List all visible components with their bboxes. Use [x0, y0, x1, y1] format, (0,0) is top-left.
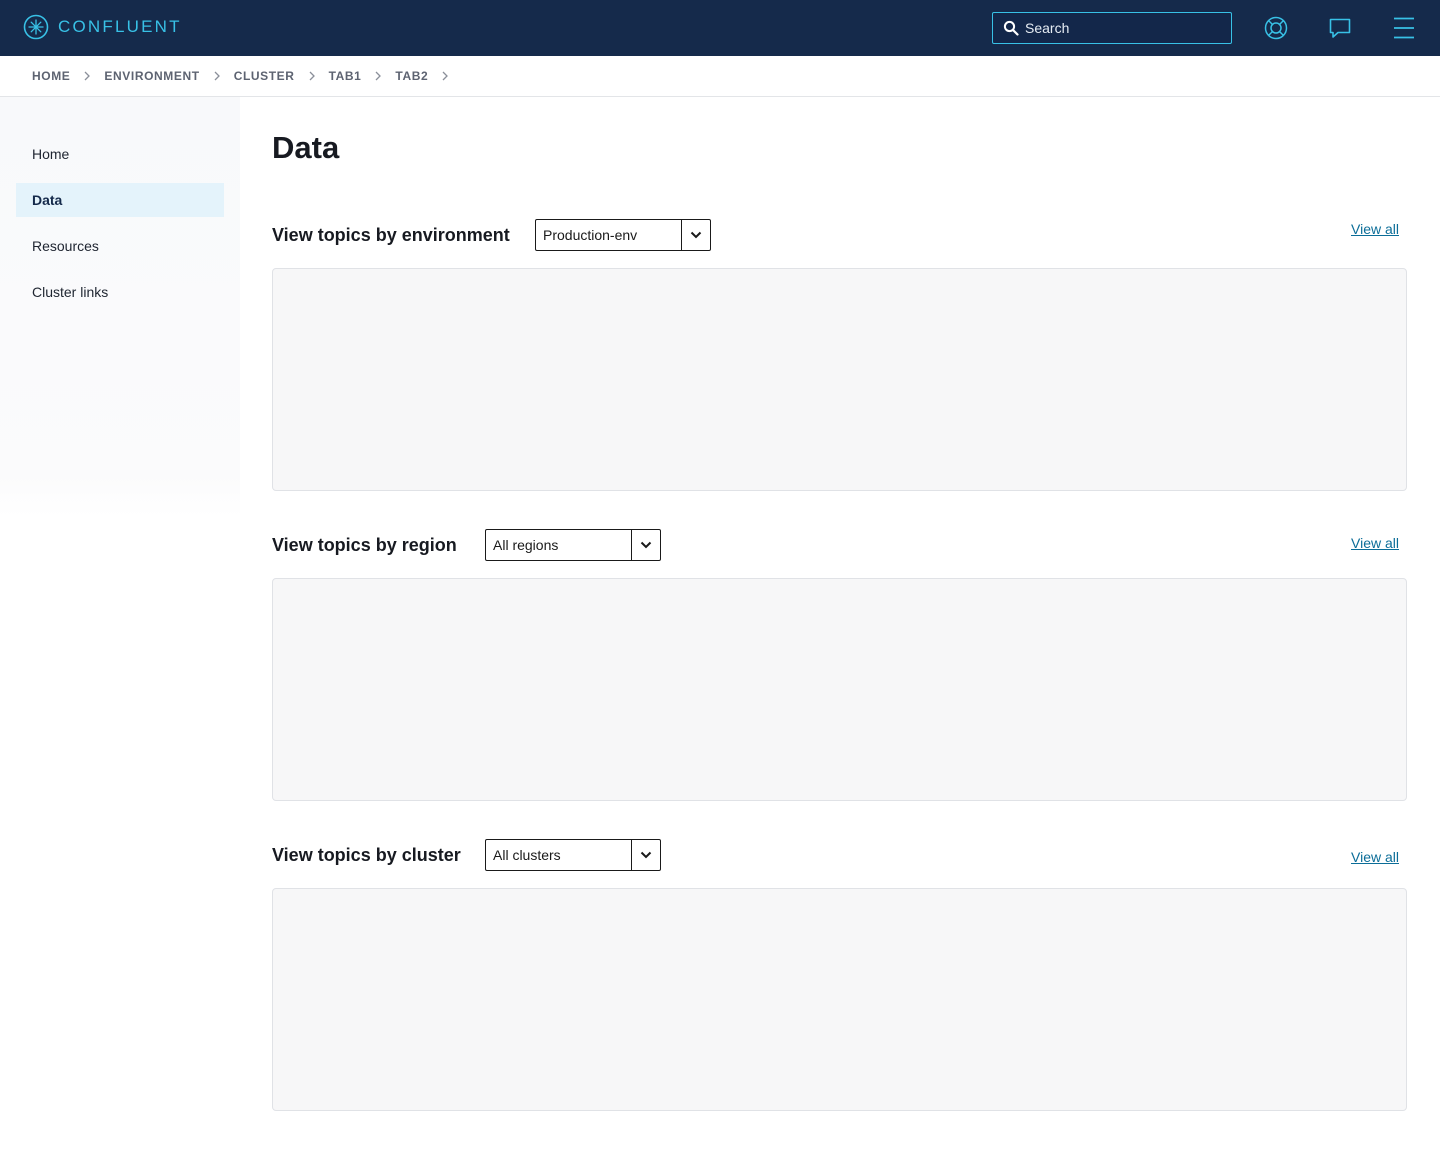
environment-select[interactable]: Production-env [535, 219, 711, 251]
section-title-environment: View topics by environment [272, 225, 510, 245]
sidebar-item-home[interactable]: Home [16, 137, 224, 171]
chat-icon [1329, 18, 1351, 38]
region-select[interactable]: All regions [485, 529, 661, 561]
help-lifebuoy-icon [1264, 16, 1288, 40]
chevron-down-icon [640, 541, 652, 549]
confluent-logo[interactable]: CONFLUENT [23, 14, 182, 40]
chevron-right-icon [441, 71, 449, 81]
breadcrumb-environment[interactable]: ENVIRONMENT [104, 69, 199, 83]
chevron-down-icon [640, 851, 652, 859]
cluster-select[interactable]: All clusters [485, 839, 661, 871]
sidebar-item-label: Cluster links [32, 284, 109, 300]
chevron-right-icon [308, 71, 316, 81]
breadcrumb-cluster[interactable]: CLUSTER [234, 69, 295, 83]
main-menu-button[interactable] [1390, 14, 1418, 42]
chevron-right-icon [213, 71, 221, 81]
page-title: Data [272, 130, 340, 165]
breadcrumb: HOME ENVIRONMENT CLUSTER TAB1 TAB2 [0, 56, 1440, 97]
sidebar-item-resources[interactable]: Resources [16, 229, 224, 263]
view-all-environment-link[interactable]: View all [1351, 221, 1399, 237]
sidebar-item-label: Resources [32, 238, 99, 254]
search-input[interactable] [1025, 20, 1215, 36]
region-select-value: All regions [493, 537, 559, 553]
breadcrumb-tab2[interactable]: TAB2 [395, 69, 428, 83]
cluster-select-toggle[interactable] [631, 840, 660, 870]
help-button[interactable] [1262, 14, 1290, 42]
chevron-down-icon [690, 231, 702, 239]
chevron-right-icon [83, 71, 91, 81]
region-select-toggle[interactable] [631, 530, 660, 560]
chevron-right-icon [374, 71, 382, 81]
hamburger-menu-icon [1394, 17, 1414, 39]
sidebar: Home Data Resources Cluster links [0, 97, 240, 1156]
breadcrumb-tab1[interactable]: TAB1 [329, 69, 362, 83]
breadcrumb-home[interactable]: HOME [32, 69, 70, 83]
view-all-cluster-link[interactable]: View all [1351, 849, 1399, 865]
environment-topics-panel [272, 268, 1407, 491]
sidebar-item-label: Home [32, 146, 70, 162]
sidebar-item-label: Data [32, 192, 63, 208]
search-box[interactable] [992, 12, 1232, 44]
search-icon [1003, 20, 1019, 36]
brand-name: CONFLUENT [58, 17, 182, 36]
cluster-topics-panel [272, 888, 1407, 1111]
section-title-cluster: View topics by cluster [272, 845, 461, 865]
environment-select-value: Production-env [543, 227, 638, 243]
confluent-logo-icon [23, 14, 49, 40]
view-all-region-link[interactable]: View all [1351, 535, 1399, 551]
region-topics-panel [272, 578, 1407, 801]
cluster-select-value: All clusters [493, 847, 561, 863]
chat-button[interactable] [1326, 14, 1354, 42]
environment-select-toggle[interactable] [681, 220, 710, 250]
top-navigation-bar: CONFLUENT [0, 0, 1440, 56]
section-title-region: View topics by region [272, 535, 457, 555]
sidebar-item-data[interactable]: Data [16, 183, 224, 217]
sidebar-item-cluster-links[interactable]: Cluster links [16, 275, 224, 309]
